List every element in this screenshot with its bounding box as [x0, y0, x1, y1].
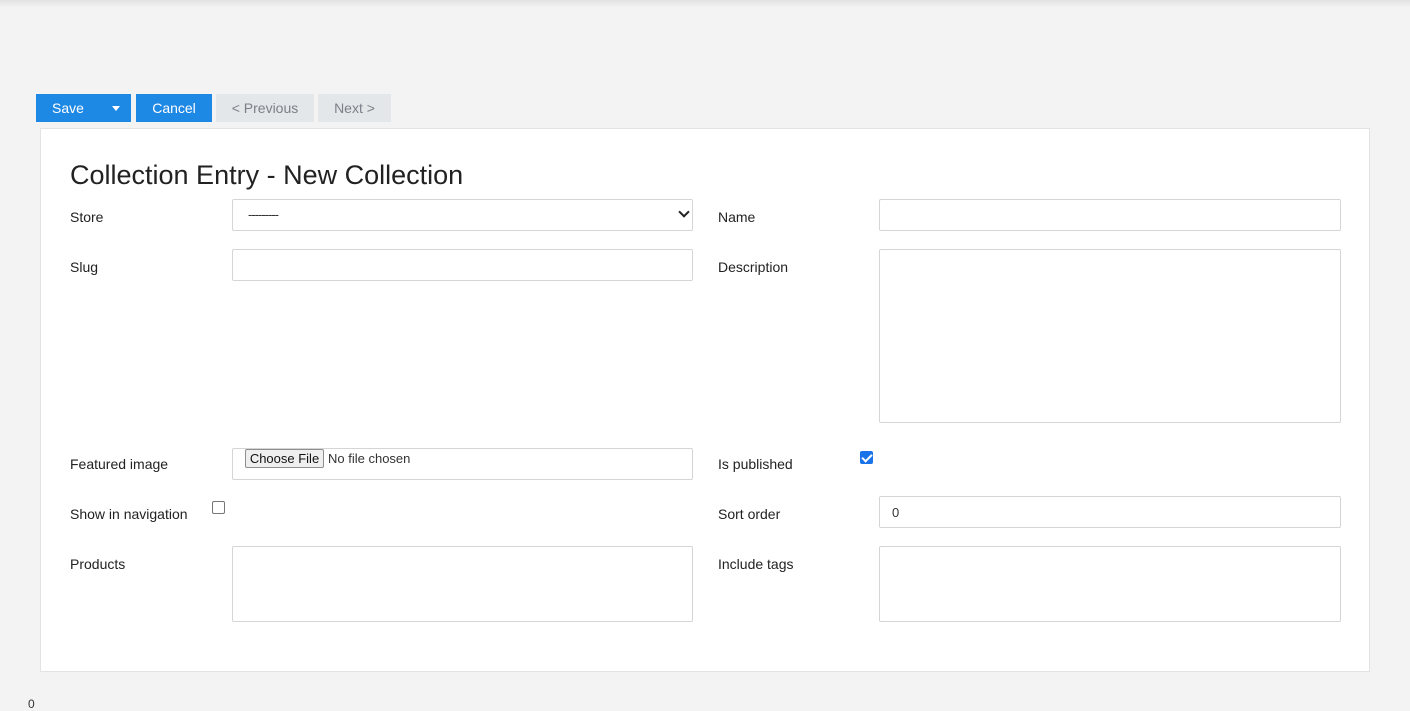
cancel-button[interactable]: Cancel — [136, 94, 212, 122]
is-published-checkbox[interactable] — [860, 451, 873, 464]
store-label: Store — [70, 209, 104, 225]
slug-label: Slug — [70, 259, 99, 275]
description-textarea[interactable] — [879, 249, 1341, 423]
chevron-down-icon — [678, 206, 690, 218]
featured-image-label: Featured image — [70, 456, 169, 472]
include-tags-multiselect[interactable] — [879, 546, 1341, 622]
page-title: Collection Entry - New Collection — [70, 160, 464, 190]
collection-form-card: Collection Entry - New Collection Store … — [40, 128, 1370, 672]
name-input[interactable] — [879, 199, 1341, 231]
featured-image-file-input[interactable]: Choose File No file chosen — [232, 448, 693, 480]
store-select[interactable]: --------- — [232, 199, 693, 231]
description-label: Description — [718, 259, 789, 275]
products-label: Products — [70, 556, 126, 572]
file-status-text: No file chosen — [328, 451, 411, 466]
show-in-navigation-checkbox[interactable] — [212, 501, 225, 514]
save-options-dropdown-button[interactable] — [100, 94, 131, 122]
save-button[interactable]: Save — [36, 94, 100, 122]
footer-text: 0 — [28, 697, 35, 711]
show-in-navigation-label: Show in navigation — [70, 506, 188, 522]
next-button[interactable]: Next > — [318, 94, 391, 122]
previous-button[interactable]: < Previous — [216, 94, 314, 122]
products-multiselect[interactable] — [232, 546, 693, 622]
caret-down-icon — [111, 105, 120, 111]
store-selected-value: --------- — [248, 207, 279, 222]
top-shadow — [0, 0, 1410, 8]
is-published-label: Is published — [718, 456, 793, 472]
include-tags-label: Include tags — [718, 556, 794, 572]
sort-order-label: Sort order — [718, 506, 781, 522]
name-label: Name — [718, 209, 756, 225]
sort-order-input[interactable] — [879, 496, 1341, 528]
choose-file-button[interactable]: Choose File — [245, 449, 324, 468]
slug-input[interactable] — [232, 249, 693, 281]
